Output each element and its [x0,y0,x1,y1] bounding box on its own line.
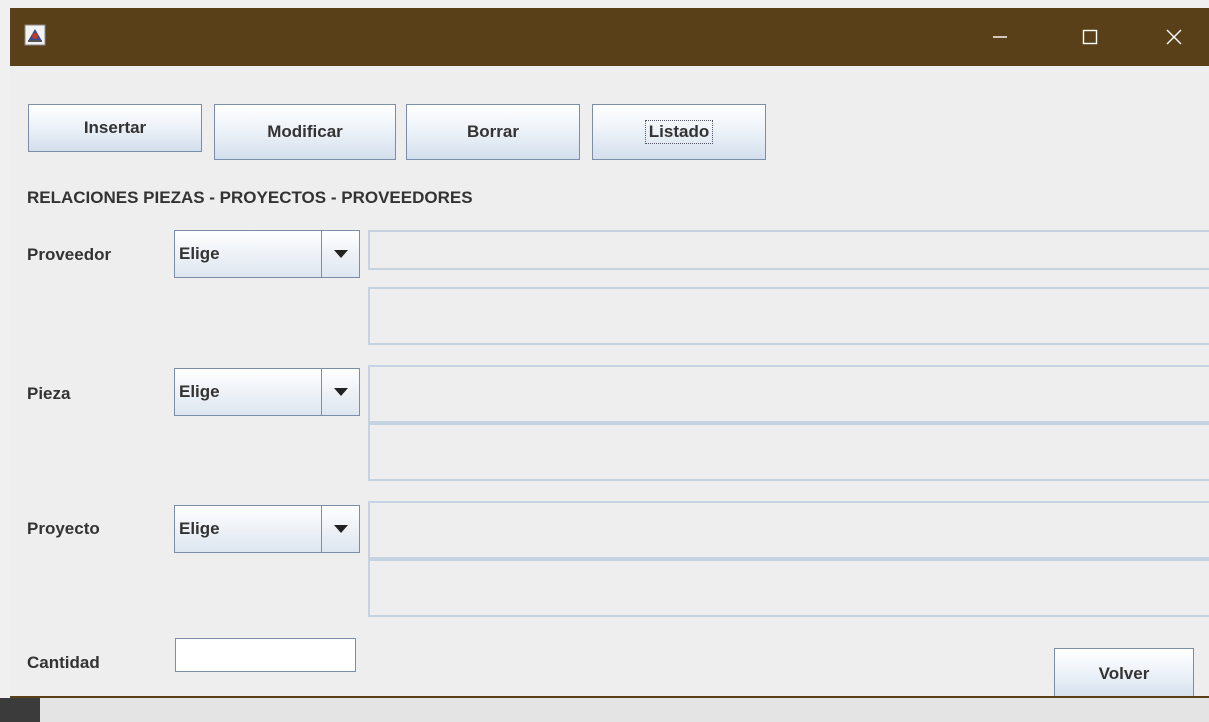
pieza-selected-value: Elige [179,382,220,401]
pieza-detail-area[interactable] [368,423,1209,481]
proyecto-combobox[interactable]: Elige [174,505,360,553]
title-bar[interactable] [10,8,1209,66]
proyecto-detail-area[interactable] [368,559,1209,617]
modificar-button[interactable]: Modificar [214,104,396,160]
form-heading: RELACIONES PIEZAS - PROYECTOS - PROVEEDO… [27,188,473,207]
maximize-icon [1082,29,1098,45]
listado-label: Listado [644,120,714,144]
proyecto-selected-value: Elige [179,519,220,538]
proyecto-dropdown-button[interactable] [321,506,359,552]
pieza-dropdown-button[interactable] [321,369,359,415]
form-panel: Insertar Modificar Borrar Listado RELACI… [10,66,1209,700]
proveedor-combobox[interactable]: Elige [174,230,360,278]
proveedor-selected-value: Elige [179,244,220,263]
borrar-button[interactable]: Borrar [406,104,580,160]
insertar-button[interactable]: Insertar [28,104,202,152]
chevron-down-icon [333,388,348,396]
minimize-button[interactable] [970,8,1030,66]
cantidad-label: Cantidad [27,653,100,672]
cantidad-input[interactable] [175,638,356,672]
desktop-background [0,698,1209,722]
pieza-label: Pieza [27,384,71,403]
maximize-button[interactable] [1060,8,1120,66]
java-app-icon [24,24,46,46]
proveedor-name-area[interactable] [368,230,1209,270]
close-button[interactable] [1144,8,1204,66]
app-window: Insertar Modificar Borrar Listado RELACI… [10,8,1209,700]
borrar-label: Borrar [467,122,519,141]
chevron-down-icon [333,250,348,258]
chevron-down-icon [333,525,348,533]
listado-button[interactable]: Listado [592,104,766,160]
proveedor-dropdown-button[interactable] [321,231,359,277]
proveedor-detail-area[interactable] [368,287,1209,345]
desktop-corner [0,698,40,722]
close-icon [1166,29,1182,45]
modificar-label: Modificar [267,122,343,141]
volver-label: Volver [1098,664,1150,683]
minimize-icon [993,36,1007,38]
proveedor-label: Proveedor [27,245,112,264]
pieza-combobox[interactable]: Elige [174,368,360,416]
proyecto-label: Proyecto [27,519,100,538]
proyecto-name-area[interactable] [368,501,1209,559]
insertar-label: Insertar [83,118,147,137]
volver-button[interactable]: Volver [1054,648,1194,700]
pieza-name-area[interactable] [368,365,1209,423]
